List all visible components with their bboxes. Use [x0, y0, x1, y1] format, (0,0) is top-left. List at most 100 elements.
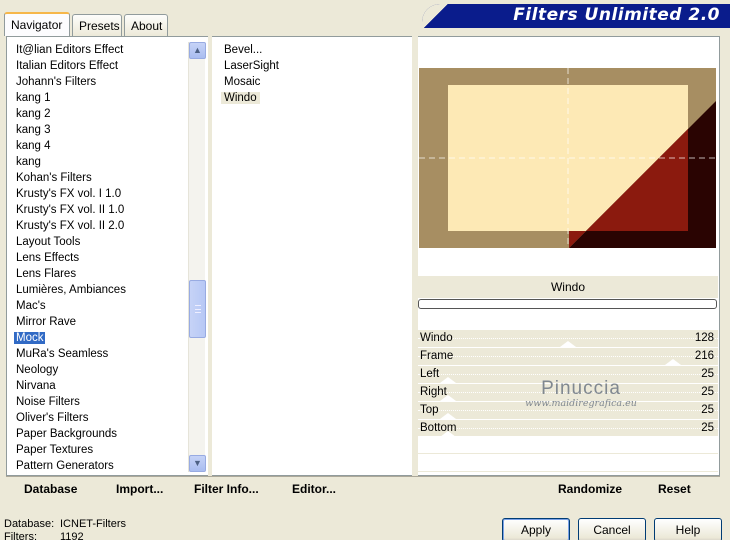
category-label: Mac's — [16, 300, 46, 312]
category-item[interactable]: Krusty's FX vol. I 1.0 — [8, 186, 188, 202]
category-item[interactable]: Mock — [8, 330, 188, 346]
category-label: kang 2 — [16, 108, 51, 120]
category-item[interactable]: Johann's Filters — [8, 74, 188, 90]
category-item[interactable]: Kohan's Filters — [8, 170, 188, 186]
editor-button[interactable]: Editor... — [292, 482, 336, 496]
category-item[interactable]: Oliver's Filters — [8, 410, 188, 426]
category-item[interactable]: kang 3 — [8, 122, 188, 138]
scroll-down-button[interactable]: ▼ — [189, 455, 206, 472]
category-item[interactable]: Noise Filters — [8, 394, 188, 410]
category-label: kang — [16, 156, 41, 168]
category-item[interactable]: Lens Flares — [8, 266, 188, 282]
filter-item[interactable]: Bevel... — [220, 42, 410, 58]
category-label: Oliver's Filters — [16, 412, 89, 424]
category-item[interactable]: Layout Tools — [8, 234, 188, 250]
category-label: Lumières, Ambiances — [16, 284, 126, 296]
slider-label: Right — [420, 386, 447, 398]
slider-frame[interactable]: Frame 216 — [418, 348, 718, 366]
slider-thumb[interactable] — [665, 359, 681, 365]
empty-slider-rows — [418, 436, 718, 472]
help-button[interactable]: Help — [654, 518, 722, 540]
slider-thumb[interactable] — [560, 341, 576, 347]
category-item[interactable]: kang 2 — [8, 106, 188, 122]
slider-track — [418, 410, 718, 411]
category-item[interactable]: Pattern Generators — [8, 458, 188, 474]
filters-unlimited-logo: Filters Unlimited 2.0 — [422, 4, 730, 28]
import-button[interactable]: Import... — [116, 482, 163, 496]
cancel-button[interactable]: Cancel — [578, 518, 646, 540]
category-list[interactable]: It@lian Editors Effect Italian Editors Ef… — [8, 42, 188, 474]
category-item[interactable]: Neology — [8, 362, 188, 378]
slider-value: 25 — [701, 368, 714, 380]
category-item[interactable]: Italian Editors Effect — [8, 58, 188, 74]
filters-count: 1192 — [60, 531, 84, 540]
category-item[interactable]: Krusty's FX vol. II 1.0 — [8, 202, 188, 218]
slider-top[interactable]: Top 25 — [418, 402, 718, 420]
category-label: Paper Backgrounds — [16, 428, 118, 440]
category-label: Krusty's FX vol. II 2.0 — [16, 220, 125, 232]
category-label: Layout Tools — [16, 236, 81, 248]
filter-list[interactable]: Bevel... LaserSight Mosaic Windo — [220, 42, 410, 106]
filter-label: LaserSight — [224, 60, 279, 72]
category-item[interactable]: kang — [8, 154, 188, 170]
scroll-up-button[interactable]: ▲ — [189, 42, 206, 59]
filter-item[interactable]: Mosaic — [220, 74, 410, 90]
apply-button[interactable]: Apply — [502, 518, 570, 540]
tab-navigator[interactable]: Navigator — [4, 12, 70, 36]
category-label: Kohan's Filters — [16, 172, 92, 184]
category-label: Johann's Filters — [16, 76, 97, 88]
category-label: Krusty's FX vol. I 1.0 — [16, 188, 122, 200]
category-item[interactable]: Lumières, Ambiances — [8, 282, 188, 298]
logo-text: Filters Unlimited 2.0 — [513, 5, 720, 25]
database-value: ICNET-Filters — [60, 518, 126, 530]
slider-value: 216 — [694, 350, 714, 362]
category-label: kang 4 — [16, 140, 51, 152]
slider-value: 25 — [701, 422, 714, 434]
randomize-button[interactable]: Randomize — [558, 482, 622, 496]
parameter-sliders: Windo 128 Frame 216 Left 25 Right 25 Top 25 Bottom… — [418, 330, 718, 438]
filter-info-button[interactable]: Filter Info... — [194, 482, 259, 496]
category-item[interactable]: Paper Backgrounds — [8, 426, 188, 442]
category-label: kang 1 — [16, 92, 51, 104]
slider-left[interactable]: Left 25 — [418, 366, 718, 384]
category-item[interactable]: kang 4 — [8, 138, 188, 154]
category-item[interactable]: kang 1 — [8, 90, 188, 106]
category-label: Nirvana — [16, 380, 56, 392]
scroll-thumb[interactable] — [189, 280, 206, 338]
tab-about[interactable]: About — [124, 14, 168, 36]
slider-label: Frame — [420, 350, 454, 362]
category-label: Paper Textures — [16, 444, 94, 456]
slider-value: 128 — [694, 332, 714, 344]
tab-presets[interactable]: Presets — [72, 14, 122, 36]
category-label: Lens Flares — [16, 268, 77, 280]
category-item[interactable]: Mirror Rave — [8, 314, 188, 330]
category-item[interactable]: MuRa's Seamless — [8, 346, 188, 362]
category-scrollbar[interactable]: ▲ ▼ — [188, 42, 206, 472]
slider-thumb[interactable] — [440, 413, 456, 419]
category-item[interactable]: Lens Effects — [8, 250, 188, 266]
slider-thumb[interactable] — [440, 377, 456, 383]
category-item[interactable]: Paper Textures — [8, 442, 188, 458]
database-label: Database: — [4, 518, 55, 530]
category-item[interactable]: Mac's — [8, 298, 188, 314]
category-label: Krusty's FX vol. II 1.0 — [16, 204, 125, 216]
database-button[interactable]: Database — [24, 482, 77, 496]
status-area: Database: ICNET-Filters Filters: 1192 — [4, 518, 126, 540]
category-item[interactable]: Nirvana — [8, 378, 188, 394]
slider-windo[interactable]: Windo 128 — [418, 330, 718, 348]
filter-item[interactable]: LaserSight — [220, 58, 410, 74]
grip-icon — [195, 305, 201, 313]
category-label: Mirror Rave — [16, 316, 77, 328]
slider-label: Left — [420, 368, 440, 380]
category-label: Mock — [14, 332, 46, 344]
slider-track — [418, 392, 718, 393]
filter-preview — [419, 68, 716, 248]
reset-button[interactable]: Reset — [658, 482, 691, 496]
category-item[interactable]: Krusty's FX vol. II 2.0 — [8, 218, 188, 234]
preview-graphic — [419, 68, 716, 248]
filter-item[interactable]: Windo — [220, 90, 410, 106]
slider-track — [418, 338, 718, 339]
category-item[interactable]: It@lian Editors Effect — [8, 42, 188, 58]
filter-label: Mosaic — [224, 76, 261, 88]
slider-right[interactable]: Right 25 — [418, 384, 718, 402]
